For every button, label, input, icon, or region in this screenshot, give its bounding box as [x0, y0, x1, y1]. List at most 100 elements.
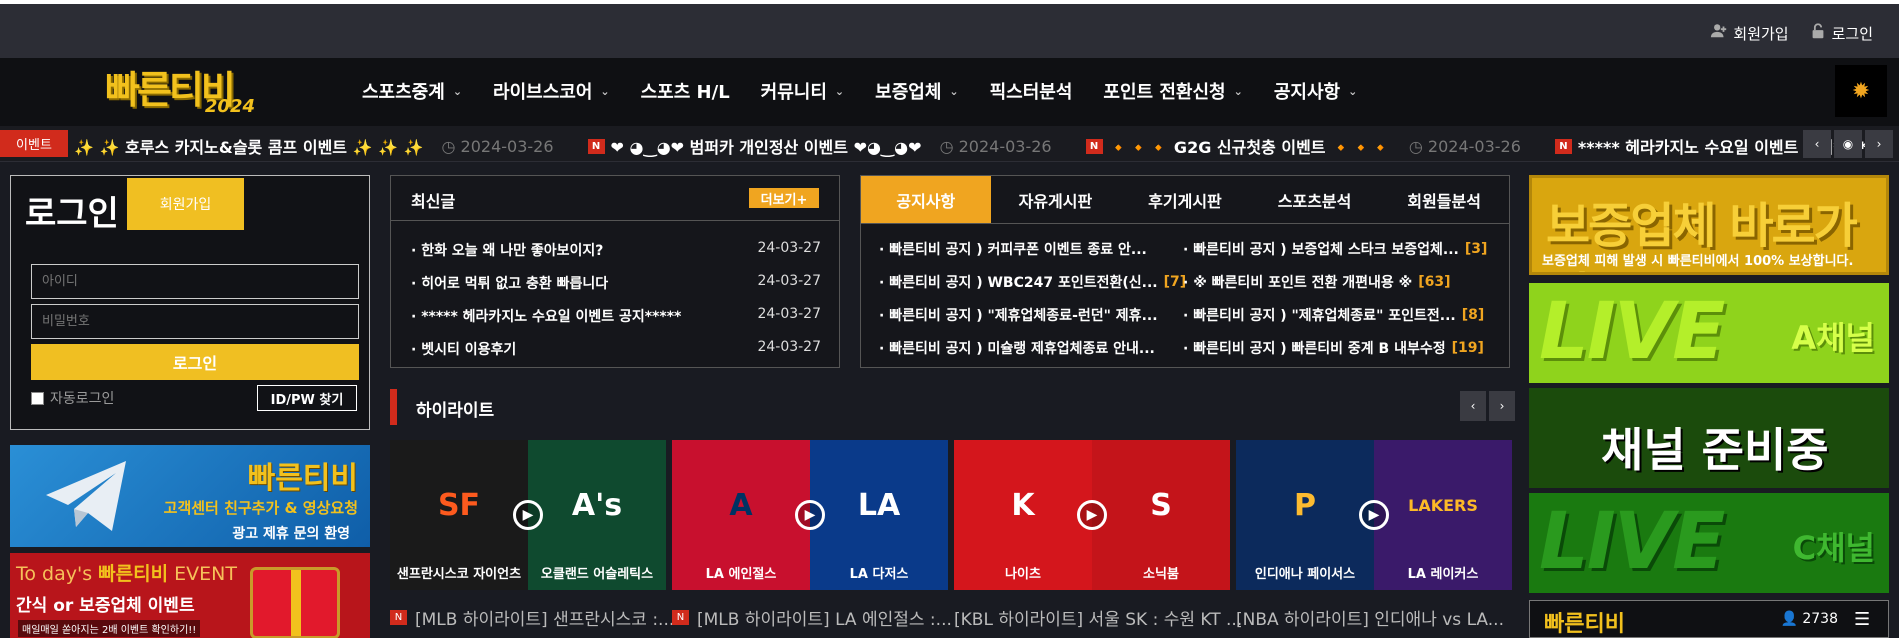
notice-row[interactable]: · 빠른티비 공지 ) "제휴업체종료" 포인트전... [8] — [1183, 298, 1487, 331]
live-a-label: LIVE — [1539, 287, 1725, 377]
nav-item[interactable]: 커뮤니티 ⌄ — [761, 78, 844, 104]
comment-count: [63] — [1418, 273, 1451, 290]
post-title: · 히어로 먹튀 없고 충환 빠릅니다 — [411, 276, 609, 292]
ticker-date-text: 2024-03-26 — [958, 136, 1052, 156]
highlight-card[interactable]: SF 샌프란시스코 자이언츠 A's 오클랜드 어슬레틱스 ▶ — [390, 440, 666, 590]
signup-label: 회원가입 — [1733, 24, 1789, 43]
highlight-caption[interactable]: [KBL 하이라이트] 서울 SK : 수원 KT ... — [954, 605, 1242, 630]
notice-title: · 빠른티비 공지 ) 커피쿠폰 이벤트 종료 안... — [879, 241, 1147, 258]
play-icon[interactable]: ▶ — [795, 500, 825, 530]
highlight-caption[interactable]: N [MLB 하이라이트] 샌프란시스코 :... — [390, 605, 674, 630]
password-input[interactable] — [31, 304, 359, 339]
highlight-caption[interactable]: N [MLB 하이라이트] LA 에인절스 :... — [672, 605, 952, 630]
post-title: · 벳시티 이용후기 — [411, 342, 517, 358]
event-ticker: 이벤트 ✨ ✨ 호루스 카지노&슬롯 콤프 이벤트 ✨ ✨ ✨ ◷ 2024-03… — [0, 126, 1899, 162]
ticker-item[interactable]: N 🔸🔸🔸 G2G 신규첫충 이벤트 🔸🔸🔸 ◷ 2024-03-26 — [1085, 134, 1555, 158]
footer-logo: 빠른티비 — [1544, 612, 1625, 637]
next-icon[interactable]: › — [1865, 130, 1893, 158]
join-tab[interactable]: 회원가입 — [127, 178, 244, 230]
next-icon[interactable]: › — [1489, 391, 1515, 421]
telegram-banner[interactable]: 빠른티비 고객센터 친구추가 & 영상요청 광고 제휴 문의 환영 — [10, 445, 370, 547]
post-date: 24-03-27 — [757, 339, 821, 355]
event-line3: 매일매일 쏟아지는 2배 이벤트 확인하기!! — [18, 620, 201, 637]
nav-item[interactable]: 픽스터분석 — [990, 78, 1073, 104]
nav-item[interactable]: 스포츠 H/L — [641, 78, 730, 104]
find-id-pw-button[interactable]: ID/PW 찾기 — [257, 385, 357, 411]
live-a-banner[interactable]: LIVE A채널 — [1529, 283, 1889, 383]
notice-row[interactable]: · 빠른티비 공지 ) 커피쿠폰 이벤트 종료 안... — [879, 232, 1186, 265]
more-button[interactable]: 더보기+ — [749, 188, 819, 208]
board-tab[interactable]: 후기게시판 — [1120, 176, 1250, 223]
team-name: LA 다저스 — [849, 567, 909, 582]
ticker-date-text: 2024-03-26 — [1427, 136, 1521, 156]
post-date: 24-03-27 — [757, 273, 821, 289]
home-team-panel: A LA 에인절스 — [672, 440, 810, 590]
notice-title: · 빠른티비 공지 ) 보증업체 스타크 보증업체... — [1183, 241, 1459, 258]
team-logo-icon: A's — [571, 487, 623, 523]
post-row[interactable]: · 한화 오늘 왜 나만 좋아보이지? 24-03-27 — [411, 240, 821, 260]
post-date: 24-03-27 — [757, 240, 821, 256]
live-a-channel: A채널 — [1791, 319, 1875, 357]
nav-item-label: 보증업체 — [875, 82, 942, 103]
telegram-brand: 빠른티비 — [247, 461, 358, 496]
site-logo[interactable]: 빠른티비 2024 — [105, 70, 255, 120]
preparing-banner[interactable]: 채널 준비중 — [1529, 388, 1889, 488]
highlight-caption-text: [KBL 하이라이트] 서울 SK : 수원 KT ... — [954, 610, 1243, 630]
away-team-panel: LAKERS LA 레이커스 — [1374, 440, 1512, 590]
comment-count: [3] — [1464, 240, 1488, 257]
ticker-date: ◷ 2024-03-26 — [1409, 137, 1521, 156]
telegram-icon — [46, 461, 126, 531]
play-icon[interactable]: ▶ — [1359, 500, 1389, 530]
board-tab[interactable]: 자유게시판 — [991, 176, 1121, 223]
notice-row[interactable]: · 빠른티비 공지 ) WBC247 포인트전환(신... [7] — [879, 265, 1186, 298]
highlight-caption-text: [MLB 하이라이트] LA 에인절스 :... — [697, 610, 952, 630]
highlight-card[interactable]: A LA 에인절스 LA LA 다저스 ▶ — [672, 440, 948, 590]
telegram-line1: 고객센터 친구추가 & 영상요청 — [163, 499, 358, 517]
prev-icon[interactable]: ‹ — [1460, 391, 1486, 421]
nav-item[interactable]: 스포츠중계 ⌄ — [362, 78, 462, 104]
highlight-card[interactable]: P 인디애나 페이서스 LAKERS LA 레이커스 ▶ — [1236, 440, 1512, 590]
team-name: 소닉붐 — [1143, 567, 1179, 582]
comment-count: [19] — [1451, 339, 1484, 356]
board-tabs: 공지사항 자유게시판 후기게시판 스포츠분석 회원들분석 — [861, 176, 1509, 224]
login-button[interactable]: 로그인 — [31, 344, 359, 380]
board-tab[interactable]: 스포츠분석 — [1250, 176, 1380, 223]
highlight-card[interactable]: K 나이츠 S 소닉붐 ▶ — [954, 440, 1230, 590]
live-c-banner[interactable]: LIVE C채널 — [1529, 493, 1889, 593]
id-input[interactable] — [31, 264, 359, 299]
team-logo-icon: LAKERS — [1408, 495, 1478, 515]
pause-icon[interactable]: ◉ — [1834, 130, 1862, 158]
nav-item[interactable]: 공지사항 ⌄ — [1274, 78, 1357, 104]
team-name: LA 레이커스 — [1407, 567, 1479, 582]
chevron-down-icon: ⌄ — [949, 84, 959, 98]
guarantee-banner[interactable]: 보증업체 바로가기 보증업체 피해 발생 시 빠른티비에서 100% 보상합니다… — [1529, 175, 1889, 275]
auto-login-checkbox[interactable] — [31, 391, 44, 405]
post-row[interactable]: · ***** 헤라카지노 수요일 이벤트 공지***** 24-03-27 — [411, 306, 821, 326]
main-nav: 스포츠중계 ⌄ 라이브스코어 ⌄ 스포츠 H/L 커뮤니티 ⌄ 보증업체 ⌄ 픽스터분석 포인트 전… — [362, 78, 1388, 104]
ticker-item[interactable]: N ❤ ◕‿◕❤ 범퍼카 개인정산 이벤트 ❤◕‿◕❤ ◷ 2024-03-26 — [587, 134, 1086, 158]
notice-row[interactable]: · 빠른티비 공지 ) 보증업체 스타크 보증업체... [3] — [1183, 232, 1487, 265]
notice-row[interactable]: · 빠른티비 공지 ) "제휴업체종료-런던" 제휴... — [879, 298, 1186, 331]
notice-row[interactable]: · ※ 빠른티비 포인트 전환 개편내용 ※ [63] — [1183, 265, 1487, 298]
nav-item[interactable]: 라이브스코어 ⌄ — [493, 78, 610, 104]
nav-item[interactable]: 보증업체 ⌄ — [875, 78, 958, 104]
post-row[interactable]: · 벳시티 이용후기 24-03-27 — [411, 339, 821, 359]
prev-icon[interactable]: ‹ — [1803, 130, 1831, 158]
play-icon[interactable]: ▶ — [1077, 500, 1107, 530]
ticker-item[interactable]: ✨ ✨ 호루스 카지노&슬롯 콤프 이벤트 ✨ ✨ ✨ ◷ 2024-03-26 — [74, 134, 588, 158]
board-tab[interactable]: 공지사항 — [861, 176, 991, 223]
event-banner[interactable]: To day's 빠른티비 EVENT 간식 or 보증업체 이벤트 매일매일 … — [10, 553, 370, 638]
notice-row[interactable]: · 빠른티비 공지 ) 빠른티비 중계 B 내부수정 [19] — [1183, 331, 1487, 364]
post-row[interactable]: · 히어로 먹튀 없고 충환 빠릅니다 24-03-27 — [411, 273, 821, 293]
signup-link[interactable]: 회원가입 — [1710, 22, 1789, 44]
nav-item[interactable]: 포인트 전환신청 ⌄ — [1103, 78, 1242, 104]
play-icon[interactable]: ▶ — [513, 500, 543, 530]
post-date: 24-03-27 — [757, 306, 821, 322]
auto-login[interactable]: 자동로그인 — [31, 388, 114, 408]
highlight-caption[interactable]: [NBA 하이라이트] 인디애나 vs LA... — [1236, 605, 1504, 630]
board-tab[interactable]: 회원들분석 — [1379, 176, 1509, 223]
menu-icon[interactable]: ☰ — [1854, 609, 1876, 630]
sun-icon[interactable]: ✹ — [1835, 65, 1887, 117]
notice-row[interactable]: · 빠른티비 공지 ) 미슐랭 제휴업체종료 안내... — [879, 331, 1186, 364]
login-link[interactable]: 로그인 — [1809, 22, 1873, 44]
